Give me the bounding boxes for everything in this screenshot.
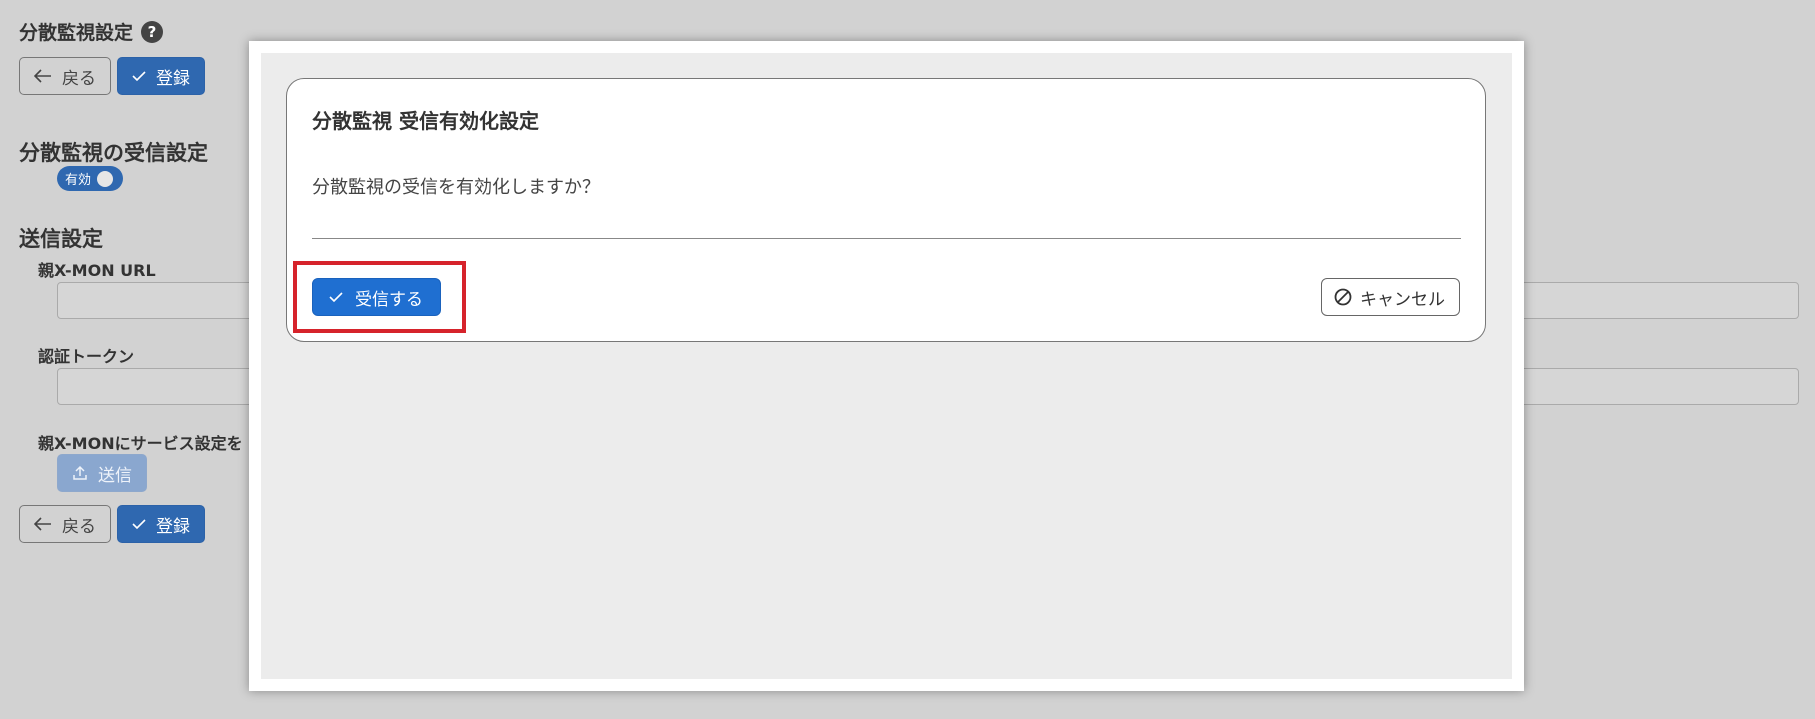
top-button-row: 戻る 登録	[19, 57, 205, 95]
check-icon	[329, 291, 343, 303]
dialog-divider	[312, 238, 1461, 239]
auth-token-label: 認証トークン	[38, 347, 135, 366]
send-button-row: 送信	[57, 454, 147, 492]
parent-url-label: 親X-MON URL	[38, 261, 156, 280]
back-button-top[interactable]: 戻る	[19, 57, 111, 95]
help-icon[interactable]: ?	[141, 20, 164, 43]
send-button[interactable]: 送信	[57, 454, 147, 492]
register-button-bottom[interactable]: 登録	[117, 505, 205, 543]
dialog-message: 分散監視の受信を有効化しますか？	[312, 177, 600, 198]
modal-window: 分散監視 受信有効化設定 分散監視の受信を有効化しますか？ 受信する キャンセル	[249, 41, 1524, 691]
arrow-left-icon	[34, 517, 52, 531]
back-button-bottom[interactable]: 戻る	[19, 505, 111, 543]
confirm-receive-button[interactable]: 受信する	[312, 278, 441, 316]
arrow-left-icon	[34, 69, 52, 83]
bottom-button-row: 戻る 登録	[19, 505, 205, 543]
check-icon	[132, 70, 146, 82]
receive-enabled-toggle[interactable]: 有効	[57, 166, 123, 191]
dialog-title: 分散監視 受信有効化設定	[312, 109, 539, 133]
register-button-top[interactable]: 登録	[117, 57, 205, 95]
prohibit-icon	[1334, 288, 1352, 306]
page-title: 分散監視設定 ?	[19, 18, 164, 45]
send-settings-title: 送信設定	[19, 227, 103, 251]
modal-body: 分散監視 受信有効化設定 分散監視の受信を有効化しますか？ 受信する キャンセル	[261, 53, 1512, 679]
confirm-dialog: 分散監視 受信有効化設定 分散監視の受信を有効化しますか？ 受信する キャンセル	[286, 78, 1486, 342]
cancel-button[interactable]: キャンセル	[1321, 278, 1460, 316]
upload-icon	[72, 465, 88, 481]
check-icon	[132, 518, 146, 530]
toggle-knob	[97, 170, 114, 187]
receive-settings-title: 分散監視の受信設定	[19, 141, 208, 165]
service-settings-label: 親X-MONにサービス設定を	[38, 434, 243, 453]
